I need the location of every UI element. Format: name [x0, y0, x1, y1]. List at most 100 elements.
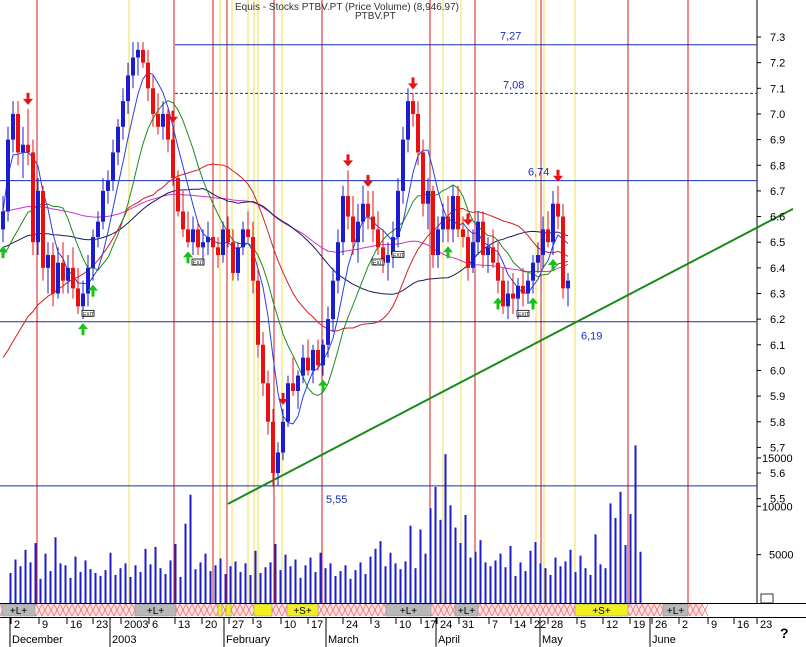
candle-body [496, 262, 500, 281]
help-icon[interactable]: ? [780, 625, 789, 641]
candle-body [306, 357, 310, 371]
day-label: 2 [682, 619, 688, 631]
candle-body [511, 293, 515, 299]
candle-body [171, 139, 175, 179]
candle-body [146, 62, 150, 89]
price-tick-label: 5.6 [770, 468, 785, 480]
exit-marker: EXIT [191, 258, 205, 267]
candle-body [471, 242, 475, 268]
candle-body [136, 49, 140, 58]
candle-body [311, 349, 315, 371]
volume-tick-label: 15000 [762, 453, 793, 465]
candle-body [236, 247, 240, 273]
day-label: 9 [711, 619, 717, 631]
candle-body [301, 357, 305, 376]
candle-body [266, 383, 270, 422]
candle-body [36, 190, 40, 243]
candle-body [326, 319, 330, 345]
candle-body [341, 196, 345, 243]
candle-body [81, 293, 85, 307]
price-tick-label: 6.2 [770, 314, 785, 326]
day-label: 5 [580, 619, 586, 631]
volume-tick-label: 10000 [762, 501, 793, 513]
candle-body [196, 229, 200, 248]
level-label: 5,55 [326, 494, 347, 506]
candle-body [431, 190, 435, 256]
candle-body [211, 237, 215, 248]
candle-body [191, 229, 195, 243]
price-tick-label: 6.7 [770, 186, 785, 198]
candle-body [31, 152, 35, 243]
candle-body [461, 229, 465, 238]
candle-body [556, 203, 560, 217]
candle-body [296, 375, 300, 391]
candle-body [426, 190, 430, 204]
candle-body [356, 221, 360, 243]
candle-body [416, 113, 420, 153]
candle-body [121, 101, 125, 127]
candle-body [61, 262, 65, 281]
month-label: February [226, 634, 271, 646]
candle-body [71, 267, 75, 289]
exit-marker: EXIT [391, 250, 405, 259]
candle-body [536, 255, 540, 263]
candle-body [96, 221, 100, 238]
candle-body [6, 139, 10, 212]
candle-body [321, 344, 325, 366]
band-segment [225, 603, 232, 617]
band-segment [253, 603, 273, 617]
price-tick-label: 5.9 [770, 391, 785, 403]
candle-body [41, 190, 45, 268]
band-label: +S+ [592, 606, 611, 617]
day-label: 14 [514, 619, 526, 631]
band-label: +L+ [147, 606, 164, 617]
candle-body [396, 190, 400, 238]
candle-body [56, 262, 60, 294]
band-label: +L+ [10, 606, 27, 617]
month-label: March [328, 634, 359, 646]
exit-marker: EXIT [371, 258, 385, 267]
exit-label: EXIT [373, 261, 384, 267]
level-label: 6,19 [581, 331, 602, 343]
candle-body [176, 178, 180, 212]
day-label: 16 [70, 619, 82, 631]
candle-body [401, 139, 405, 191]
candle-body [51, 255, 55, 294]
candle-body [256, 280, 260, 345]
exit-label: EXIT [83, 312, 94, 318]
exit-label: EXIT [518, 312, 529, 318]
candle-body [551, 203, 555, 243]
day-label: 26 [655, 619, 667, 631]
candle-body [156, 113, 160, 127]
band-label: +L+ [667, 606, 684, 617]
candle-body [261, 344, 265, 384]
price-tick-label: 6.5 [770, 237, 785, 249]
candle-body [411, 101, 415, 114]
exit-label: EXIT [193, 261, 204, 267]
candle-body [231, 242, 235, 273]
band-segment [217, 603, 223, 617]
band-label: +S+ [293, 606, 312, 617]
candle-body [441, 216, 445, 230]
month-label: December [12, 634, 63, 646]
day-label: 10 [399, 619, 411, 631]
candle-body [521, 285, 525, 294]
candle-body [251, 237, 255, 281]
candle-body [46, 255, 50, 268]
candle-body [386, 255, 390, 263]
price-tick-label: 7.0 [770, 109, 785, 121]
band-label: +L+ [400, 606, 417, 617]
candle-body [101, 190, 105, 222]
candle-body [226, 229, 230, 243]
day-label: 2003 [124, 619, 148, 631]
candle-body [26, 144, 30, 153]
chart-title: Equis - Stocks PTBV.PT (Price Volume) (8… [235, 2, 459, 13]
position-band-strip: +L+ +L+ +S+ +L+ +L+ +S+ +L+ [0, 603, 806, 617]
day-label: 3 [256, 619, 262, 631]
price-tick-label: 5.8 [770, 417, 785, 429]
candle-body [476, 221, 480, 243]
candle-body [161, 113, 165, 127]
exit-label: EXIT [393, 253, 404, 259]
candle-body [516, 285, 520, 299]
candle-body [91, 237, 95, 268]
